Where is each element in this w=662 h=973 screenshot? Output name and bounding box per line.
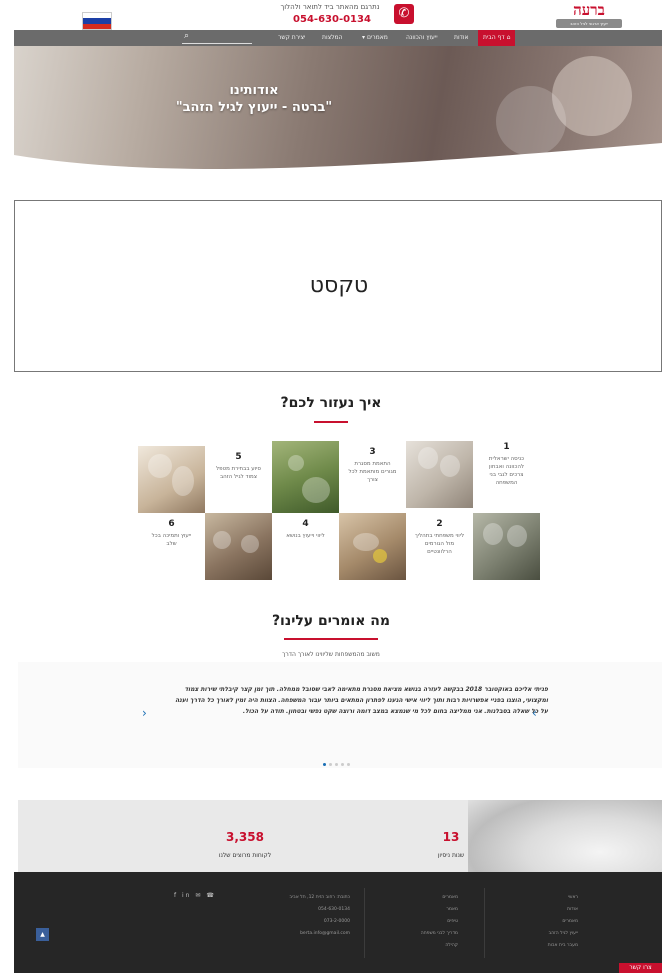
nav-item-consulting[interactable]: ייעוץ והכוונה: [406, 30, 438, 46]
chevron-right-icon[interactable]: ›: [532, 706, 537, 720]
search-icon[interactable]: ⌕: [184, 31, 189, 41]
footer: f in ✉ ☎ כתובת: רחוב הזית 12, תל אביב 05…: [14, 872, 662, 973]
placeholder-text: טקסט: [309, 273, 369, 298]
chevron-left-icon[interactable]: ‹: [142, 706, 147, 720]
scroll-to-top-button[interactable]: ▲: [36, 928, 49, 941]
help-card-5[interactable]: 5 סיוע בבחירת מטפל צמוד לגיל הזהב: [205, 446, 272, 513]
testimonial-slider: ‹ פניתי אליכם באוקטובר 2018 בבקשה לעזרה …: [18, 662, 662, 768]
stat-clients-number: 3,358: [226, 830, 264, 844]
social-icons[interactable]: f in ✉ ☎: [174, 892, 216, 899]
nav-item-about[interactable]: אודות: [454, 30, 469, 46]
slider-dot[interactable]: [335, 763, 338, 766]
text-placeholder-box: טקסט: [14, 200, 662, 372]
main-nav: ⌕ ⌂ דף הבית אודות ייעוץ והכוונה מאמרים ▾…: [14, 30, 662, 46]
stats-section: 13 שנות ניסיון 3,358 לקוחות מרוצים שלנו: [18, 800, 662, 872]
hero-wave-divider: [14, 143, 662, 176]
footer-divider: [484, 888, 485, 958]
help-section-title: איך נעזור לכם?: [280, 395, 382, 411]
slider-dot[interactable]: [329, 763, 332, 766]
footer-menu-column: ראשי אודות מאמרים ייעוץ לגיל הזהב מעבר ב…: [547, 895, 578, 948]
slider-dot[interactable]: [347, 763, 350, 766]
help-card-3[interactable]: 3 התאמת מסגרת מגורים מותאמת לכל צורך: [339, 441, 406, 508]
testimonials-subtitle: משוב מהמשפחות שליווינו לאורך הדרך: [282, 651, 380, 658]
footer-divider: [364, 888, 365, 958]
top-note: נתרגם מהאתר ביד לתואר ולהלוך: [280, 3, 380, 11]
footer-contact-column: כתובת: רחוב הזית 12, תל אביב 054-630-013…: [289, 895, 350, 936]
logo-text: ברעה: [573, 1, 605, 19]
contact-us-button[interactable]: צרו קשר: [619, 963, 662, 973]
help-photo: [272, 441, 339, 513]
title-underline: [314, 421, 348, 423]
help-card-6[interactable]: 6 ייעוץ ותמיכה בכל שלב: [138, 513, 205, 580]
nav-item-contact[interactable]: יצירת קשר: [278, 30, 305, 46]
hero-title: אודותינו "ברטה - ייעוץ לגיל הזהב": [175, 83, 333, 115]
slider-dot[interactable]: [323, 763, 326, 766]
search-input[interactable]: ⌕: [182, 31, 252, 44]
chevron-down-icon: ▾: [362, 34, 366, 41]
slider-dot[interactable]: [341, 763, 344, 766]
footer-links-column: מאמרים מאמר טיפים מדריך לבני משפחה קהילה: [420, 895, 458, 948]
nav-item-articles[interactable]: מאמרים ▾: [362, 30, 388, 46]
phone-icon[interactable]: ✆: [394, 4, 414, 24]
testimonial-quote: פניתי אליכם באוקטובר 2018 בבקשה לעזרה בנ…: [175, 686, 548, 715]
logo-subtitle: ייעוץ ארגוני לגיל הזהב: [556, 19, 622, 28]
help-photo: [138, 446, 205, 513]
top-bar: נתרגם מהאתר ביד לתואר ולהלוך 054-630-013…: [0, 0, 662, 30]
help-photo: [339, 513, 406, 580]
hero-banner: אודותינו "ברטה - ייעוץ לגיל הזהב": [14, 46, 662, 176]
slider-dots: [323, 751, 363, 766]
help-card-4[interactable]: 4 ליווי וייעוץ בנושא: [272, 513, 339, 580]
russian-flag-icon[interactable]: [82, 12, 112, 30]
stat-clients-label: לקוחות מרוצים שלנו: [218, 852, 272, 859]
help-photo: [205, 513, 272, 580]
top-phone-number[interactable]: 054-630-0134: [272, 14, 392, 25]
page: נתרגם מהאתר ביד לתואר ולהלוך 054-630-013…: [0, 0, 662, 973]
chevron-up-icon: ▲: [40, 931, 45, 938]
stat-years-number: 13: [442, 830, 460, 844]
help-photo: [406, 441, 473, 508]
logo[interactable]: ברעה ייעוץ ארגוני לגיל הזהב: [556, 2, 622, 30]
title-underline: [284, 638, 378, 640]
testimonials-title: מה אומרים עלינו?: [271, 613, 391, 629]
help-card-1[interactable]: 1 כניסה ישראלית להכוונה ואבחון צרכים לגב…: [473, 436, 540, 503]
help-photo: [473, 513, 540, 580]
stats-background-photo: [468, 800, 662, 872]
stat-years-label: שנות ניסיון: [437, 852, 465, 859]
help-card-2[interactable]: 2 ליווי משפחתי בתהליך מול הגורמים הרלוונ…: [406, 513, 473, 580]
nav-item-home[interactable]: ⌂ דף הבית: [478, 30, 516, 46]
nav-item-recommendations[interactable]: המלצות: [322, 30, 343, 46]
